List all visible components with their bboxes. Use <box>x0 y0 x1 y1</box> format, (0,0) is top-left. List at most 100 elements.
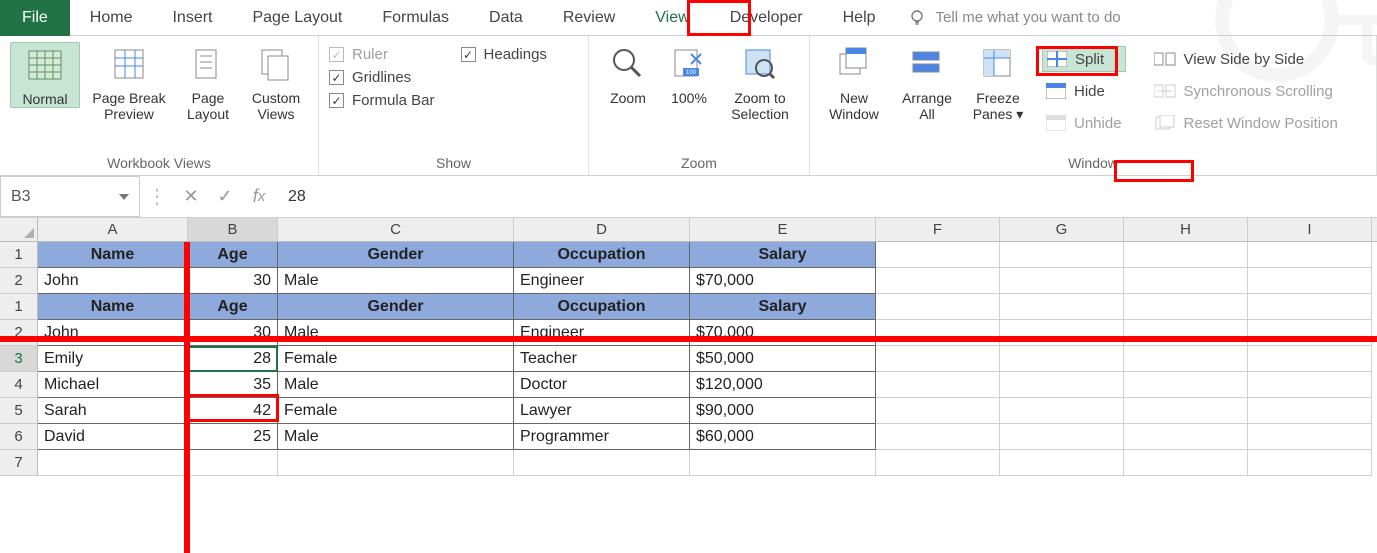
cell[interactable]: Sarah <box>38 398 188 424</box>
cell[interactable] <box>1248 372 1372 398</box>
col-header-d[interactable]: D <box>514 218 690 241</box>
cell[interactable] <box>1124 372 1248 398</box>
cell[interactable] <box>876 372 1000 398</box>
view-side-by-side-button[interactable]: View Side by Side <box>1150 46 1342 72</box>
cell[interactable] <box>1124 450 1248 476</box>
split-button[interactable]: Split <box>1042 46 1126 72</box>
cell[interactable] <box>876 450 1000 476</box>
cell[interactable] <box>188 450 278 476</box>
cell[interactable]: Salary <box>690 242 876 268</box>
col-header-g[interactable]: G <box>1000 218 1124 241</box>
tab-data[interactable]: Data <box>469 0 543 36</box>
cell[interactable] <box>876 346 1000 372</box>
cell[interactable] <box>1124 424 1248 450</box>
tab-home[interactable]: Home <box>70 0 153 36</box>
arrange-all-button[interactable]: Arrange All <box>894 42 960 122</box>
row-header[interactable]: 2 <box>0 268 38 294</box>
tab-help[interactable]: Help <box>823 0 896 36</box>
cell[interactable]: 42 <box>188 398 278 424</box>
cell[interactable]: Male <box>278 320 514 346</box>
freeze-panes-button[interactable]: Freeze Panes ▾ <box>966 42 1030 123</box>
active-cell[interactable]: 28 <box>188 346 278 372</box>
cell[interactable]: $90,000 <box>690 398 876 424</box>
zoom-100-button[interactable]: 100 100% <box>663 42 715 106</box>
cell[interactable]: 25 <box>188 424 278 450</box>
cell[interactable] <box>1000 372 1124 398</box>
cell[interactable] <box>1248 346 1372 372</box>
tab-formulas[interactable]: Formulas <box>362 0 469 36</box>
cell[interactable] <box>1000 242 1124 268</box>
cell[interactable] <box>1124 294 1248 320</box>
split-bar-horizontal[interactable] <box>0 336 1377 342</box>
confirm-formula-button[interactable]: ✓ <box>208 176 242 217</box>
cell[interactable] <box>876 294 1000 320</box>
cell[interactable]: Occupation <box>514 242 690 268</box>
cell[interactable] <box>1248 424 1372 450</box>
cell[interactable] <box>876 320 1000 346</box>
cell[interactable]: Name <box>38 294 188 320</box>
cell[interactable]: 35 <box>188 372 278 398</box>
col-header-h[interactable]: H <box>1124 218 1248 241</box>
normal-view-button[interactable]: Normal <box>10 42 80 108</box>
cell[interactable] <box>1124 320 1248 346</box>
cell[interactable] <box>1124 346 1248 372</box>
new-window-button[interactable]: New Window <box>820 42 888 122</box>
cell[interactable]: Female <box>278 398 514 424</box>
gridlines-checkbox[interactable]: ✓ Gridlines <box>329 69 435 86</box>
name-box[interactable]: B3 <box>0 176 140 217</box>
row-header[interactable]: 1 <box>0 294 38 320</box>
split-bar-vertical[interactable] <box>184 242 190 553</box>
row-header[interactable]: 1 <box>0 242 38 268</box>
row-header[interactable]: 7 <box>0 450 38 476</box>
tell-me-search[interactable]: Tell me what you want to do <box>908 9 1121 27</box>
hide-button[interactable]: Hide <box>1042 78 1126 104</box>
col-header-e[interactable]: E <box>690 218 876 241</box>
tab-insert[interactable]: Insert <box>152 0 232 36</box>
cell[interactable]: John <box>38 320 188 346</box>
col-header-i[interactable]: I <box>1248 218 1372 241</box>
cell[interactable]: $50,000 <box>690 346 876 372</box>
cell[interactable]: Lawyer <box>514 398 690 424</box>
cell[interactable] <box>1000 398 1124 424</box>
col-header-b[interactable]: B <box>188 218 278 241</box>
cell[interactable] <box>1000 346 1124 372</box>
cell[interactable]: $70,000 <box>690 268 876 294</box>
cell[interactable] <box>876 268 1000 294</box>
cell[interactable] <box>1000 268 1124 294</box>
cell[interactable]: Gender <box>278 294 514 320</box>
cell[interactable]: $70,000 <box>690 320 876 346</box>
cell[interactable] <box>1000 450 1124 476</box>
cell[interactable]: Occupation <box>514 294 690 320</box>
worksheet-grid[interactable]: A B C D E F G H I 1 Name Age Gender Occu… <box>0 218 1377 476</box>
cell[interactable]: Michael <box>38 372 188 398</box>
cell[interactable]: 30 <box>188 268 278 294</box>
cell[interactable] <box>1124 398 1248 424</box>
cell[interactable] <box>1248 450 1372 476</box>
cell[interactable] <box>1248 242 1372 268</box>
cell[interactable]: Doctor <box>514 372 690 398</box>
page-layout-button[interactable]: Page Layout <box>178 42 238 122</box>
cell[interactable]: Engineer <box>514 268 690 294</box>
row-header[interactable]: 3 <box>0 346 38 372</box>
cell[interactable]: Salary <box>690 294 876 320</box>
cell[interactable] <box>1248 320 1372 346</box>
tab-developer[interactable]: Developer <box>710 0 823 36</box>
cell[interactable]: Teacher <box>514 346 690 372</box>
cell[interactable]: Emily <box>38 346 188 372</box>
cell[interactable] <box>1124 242 1248 268</box>
zoom-button[interactable]: Zoom <box>599 42 657 106</box>
select-all-corner[interactable] <box>0 218 38 241</box>
tab-page-layout[interactable]: Page Layout <box>232 0 362 36</box>
cell[interactable]: Male <box>278 268 514 294</box>
cell[interactable]: Engineer <box>514 320 690 346</box>
cell[interactable]: Male <box>278 424 514 450</box>
fx-button[interactable]: fx <box>242 176 276 217</box>
row-header[interactable]: 2 <box>0 320 38 346</box>
cell[interactable] <box>1248 268 1372 294</box>
row-header[interactable]: 6 <box>0 424 38 450</box>
tab-review[interactable]: Review <box>543 0 635 36</box>
cell[interactable] <box>876 242 1000 268</box>
cell[interactable]: Programmer <box>514 424 690 450</box>
chevron-down-icon[interactable] <box>119 194 129 200</box>
cell[interactable] <box>514 450 690 476</box>
